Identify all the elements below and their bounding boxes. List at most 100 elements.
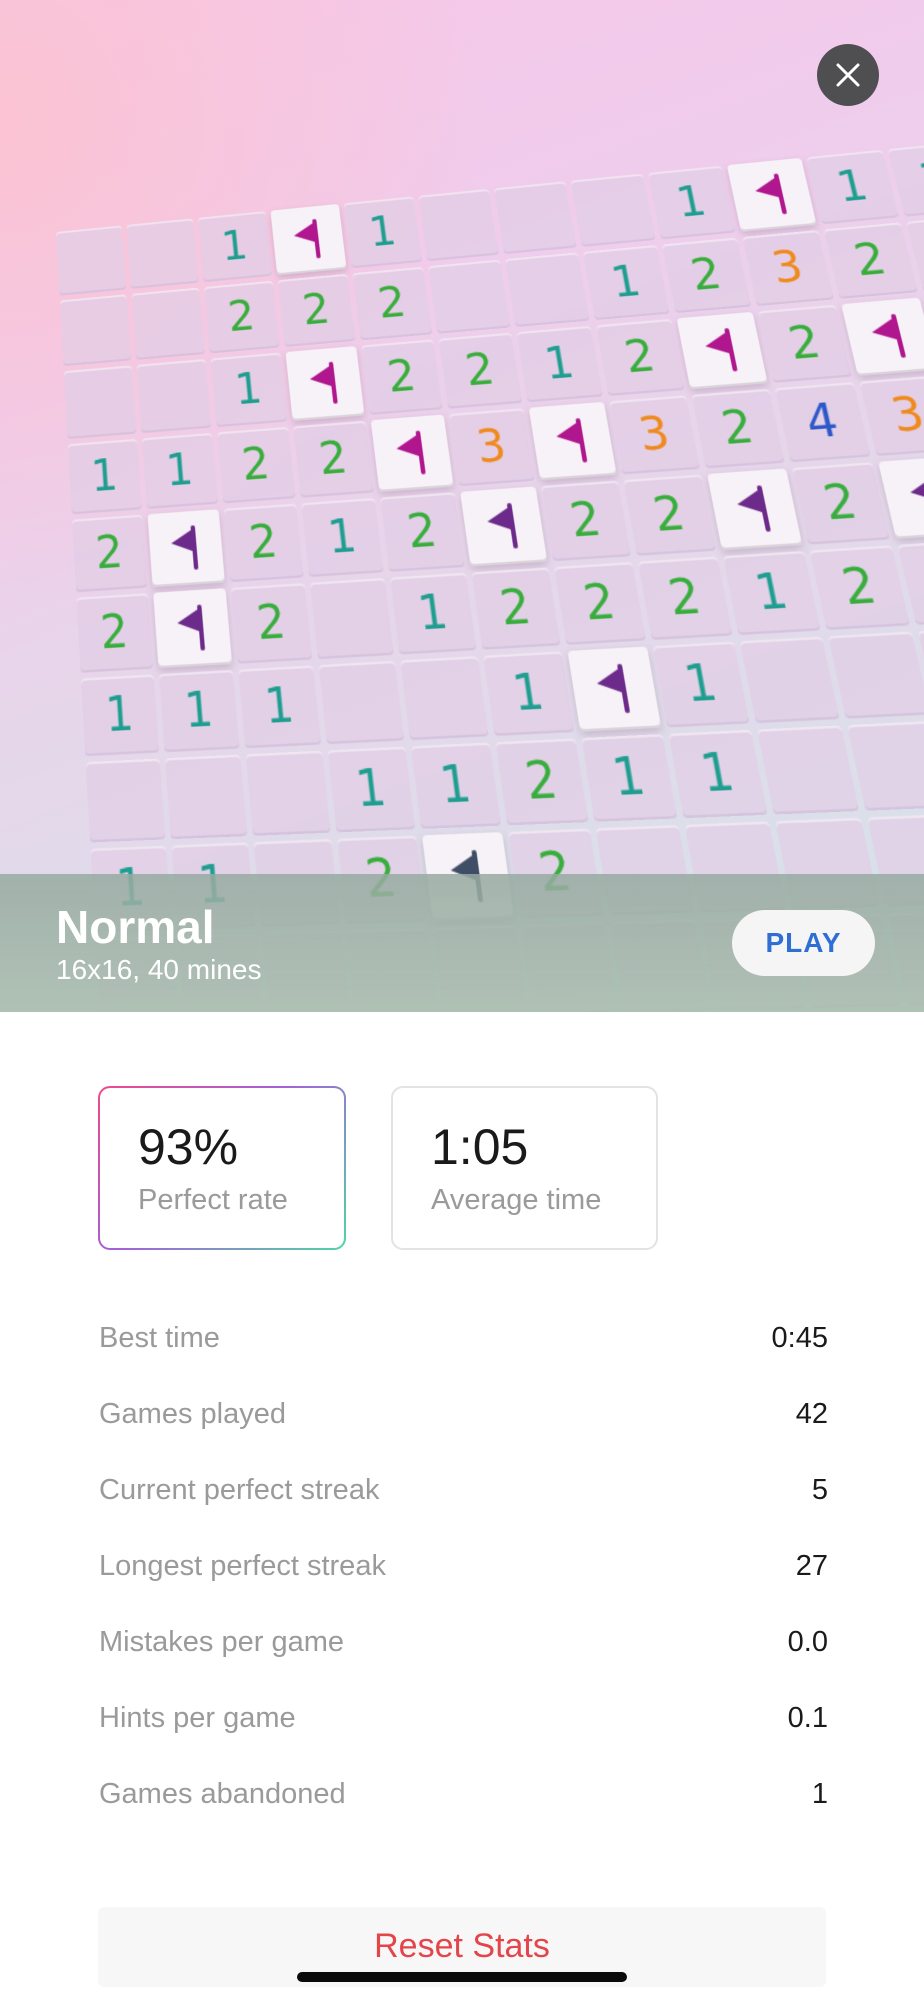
number-cell: 2 xyxy=(495,738,588,825)
stat-value: 0.1 xyxy=(788,1702,828,1735)
flag-icon xyxy=(286,216,331,263)
number-cell: 1 xyxy=(517,326,603,403)
flag-cell xyxy=(285,346,364,421)
number-cell: 1 xyxy=(68,439,142,515)
empty-cell xyxy=(828,631,924,718)
number-cell: 3 xyxy=(742,230,834,306)
stat-row-longest-streak: Longest perfect streak 27 xyxy=(99,1550,828,1590)
number-cell: 1 xyxy=(159,670,240,752)
number-cell: 2 xyxy=(692,389,785,469)
flag-icon xyxy=(860,311,917,363)
home-indicator xyxy=(297,1972,627,1982)
stat-row-mistakes: Mistakes per game 0.0 xyxy=(99,1626,828,1666)
number-cell: 2 xyxy=(596,319,685,396)
number-cell: 2 xyxy=(352,267,432,341)
number-cell: 2 xyxy=(439,333,523,409)
number-cell: 1 xyxy=(211,353,288,428)
number-cell: 1 xyxy=(807,150,899,225)
number-cell: 2 xyxy=(278,274,356,347)
stat-value: 0.0 xyxy=(788,1626,828,1659)
number-cell: 2 xyxy=(231,583,312,664)
close-icon xyxy=(833,60,863,90)
stat-label: Longest perfect streak xyxy=(99,1550,386,1583)
empty-cell xyxy=(570,174,655,247)
stat-row-best-time: Best time 0:45 xyxy=(99,1322,828,1362)
level-description: 16x16, 40 mines xyxy=(56,954,261,986)
empty-cell xyxy=(64,365,137,439)
number-cell: 2 xyxy=(361,339,442,415)
empty-cell xyxy=(418,189,499,261)
flag-cell xyxy=(529,402,617,481)
number-cell: 4 xyxy=(775,382,871,462)
empty-cell xyxy=(310,578,394,659)
number-cell: 3 xyxy=(610,395,701,474)
number-cell: 1 xyxy=(653,642,750,728)
stat-label: Games played xyxy=(99,1398,286,1431)
flag-icon xyxy=(695,325,749,376)
empty-cell xyxy=(319,661,405,744)
number-cell: 2 xyxy=(380,492,465,572)
flag-icon xyxy=(745,170,798,219)
empty-cell xyxy=(60,294,131,366)
average-time-card: 1:05 Average time xyxy=(391,1086,658,1250)
empty-cell xyxy=(847,721,924,811)
empty-cell xyxy=(86,758,166,842)
play-button[interactable]: PLAY xyxy=(732,910,875,976)
flag-cell xyxy=(707,468,802,550)
close-button[interactable] xyxy=(817,44,879,106)
stat-value: 0:45 xyxy=(772,1322,828,1355)
number-cell: 2 xyxy=(204,281,279,354)
flag-icon xyxy=(726,482,782,536)
number-cell: 1 xyxy=(483,651,574,736)
flag-cell xyxy=(567,646,661,731)
stat-value: 5 xyxy=(812,1474,828,1507)
stat-value: 1 xyxy=(812,1778,828,1811)
number-cell: 3 xyxy=(449,408,534,486)
average-time-label: Average time xyxy=(431,1184,601,1217)
flag-icon xyxy=(163,522,208,574)
empty-cell xyxy=(505,252,589,327)
number-cell: 1 xyxy=(328,747,415,833)
empty-cell xyxy=(740,637,840,724)
stat-label: Current perfect streak xyxy=(99,1474,379,1507)
flag-cell xyxy=(371,415,454,493)
number-cell: 2 xyxy=(554,562,646,645)
number-cell: 2 xyxy=(624,474,716,555)
number-cell: 2 xyxy=(76,593,153,673)
empty-cell xyxy=(757,725,859,814)
number-cell: 2 xyxy=(471,567,560,649)
number-cell: 1 xyxy=(81,674,159,756)
number-cell: 1 xyxy=(198,211,272,282)
number-cell: 1 xyxy=(669,730,768,818)
stat-row-games-played: Games played 42 xyxy=(99,1398,828,1438)
flag-cell xyxy=(460,486,547,566)
flag-icon xyxy=(586,661,641,717)
stat-label: Games abandoned xyxy=(99,1778,346,1811)
number-cell: 2 xyxy=(217,427,295,504)
flag-icon xyxy=(388,428,437,479)
flag-icon xyxy=(302,359,348,409)
number-cell: 1 xyxy=(723,551,820,635)
empty-cell xyxy=(165,755,247,840)
perfect-rate-value: 93% xyxy=(138,1118,238,1176)
board-preview: 1111122212322122122111223324332212222221… xyxy=(0,0,924,1012)
number-cell: 1 xyxy=(301,498,383,577)
flag-cell xyxy=(147,509,224,587)
flag-icon xyxy=(547,415,599,467)
stat-value: 42 xyxy=(796,1398,828,1431)
stat-row-current-streak: Current perfect streak 5 xyxy=(99,1474,828,1514)
number-cell: 1 xyxy=(648,166,735,240)
number-cell: 2 xyxy=(824,222,918,299)
number-cell: 1 xyxy=(581,734,677,822)
number-cell: 2 xyxy=(224,504,304,583)
average-time-value: 1:05 xyxy=(431,1118,528,1176)
empty-cell xyxy=(428,260,510,334)
flag-icon xyxy=(898,470,924,525)
empty-cell xyxy=(137,359,212,433)
stat-row-abandoned: Games abandoned 1 xyxy=(99,1778,828,1818)
number-cell: 2 xyxy=(810,545,910,630)
number-cell: 2 xyxy=(792,462,890,544)
number-cell: 2 xyxy=(662,238,751,314)
flag-icon xyxy=(169,602,215,655)
stat-label: Mistakes per game xyxy=(99,1626,344,1659)
